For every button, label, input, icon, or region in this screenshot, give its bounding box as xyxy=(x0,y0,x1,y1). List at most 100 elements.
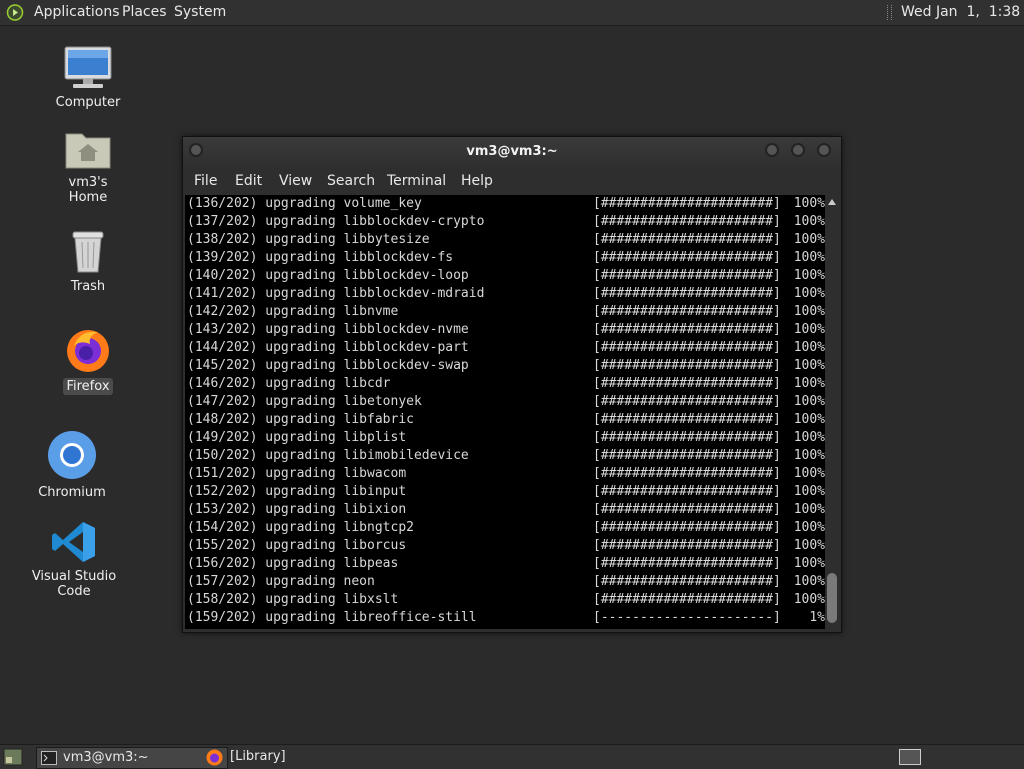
progress-bar-text: [######################] xyxy=(593,376,781,391)
progress-percent: 100% xyxy=(793,412,825,427)
terminal-line-text: (139/202) upgrading libblockdev-fs xyxy=(187,250,454,265)
menu-applications[interactable]: Applications xyxy=(34,0,120,25)
chromium-icon xyxy=(48,431,96,479)
terminal-line: (146/202) upgrading libcdr [#############… xyxy=(185,375,825,393)
progress-bar-text: [######################] xyxy=(593,250,781,265)
progress-bar-text: [######################] xyxy=(593,574,781,589)
taskbar-item-label: [Library] xyxy=(230,749,286,764)
terminal-line-text: (143/202) upgrading libblockdev-nvme xyxy=(187,322,469,337)
window-titlebar[interactable]: vm3@vm3:~ xyxy=(183,137,841,167)
terminal-line: (147/202) upgrading libetonyek [#########… xyxy=(185,393,825,411)
desktop-icon-label: vm3's Home xyxy=(68,175,108,205)
terminal-output[interactable]: (136/202) upgrading volume_key [#########… xyxy=(185,195,825,629)
terminal-line-text: (159/202) upgrading libreoffice-still xyxy=(187,610,477,625)
menu-search[interactable]: Search xyxy=(327,173,375,189)
show-desktop-icon[interactable] xyxy=(3,748,23,766)
panel-separator xyxy=(887,5,892,20)
progress-bar-text: [######################] xyxy=(593,484,781,499)
progress-bar-text: [######################] xyxy=(593,214,781,229)
progress-percent: 1% xyxy=(809,610,825,625)
progress-percent: 100% xyxy=(793,484,825,499)
progress-percent: 100% xyxy=(793,304,825,319)
terminal-line-text: (138/202) upgrading libbytesize xyxy=(187,232,430,247)
menu-edit[interactable]: Edit xyxy=(235,173,262,189)
applications-icon[interactable] xyxy=(6,4,24,21)
desktop-icon-vscode[interactable]: Visual Studio Code xyxy=(14,520,134,600)
clock[interactable]: Wed Jan 1, 1:38 PM xyxy=(901,0,1024,25)
progress-percent: 100% xyxy=(793,358,825,373)
terminal-line-text: (156/202) upgrading libpeas xyxy=(187,556,399,571)
terminal-line: (139/202) upgrading libblockdev-fs [#####… xyxy=(185,249,825,267)
progress-percent: 100% xyxy=(793,268,825,283)
taskbar-item-terminal[interactable]: vm3@vm3:~ xyxy=(36,747,228,769)
taskbar-item-library[interactable]: [Library] xyxy=(204,747,380,767)
terminal-line: (138/202) upgrading libbytesize [########… xyxy=(185,231,825,249)
progress-percent: 100% xyxy=(793,592,825,607)
terminal-line-text: (154/202) upgrading libngtcp2 xyxy=(187,520,414,535)
progress-percent: 100% xyxy=(793,394,825,409)
desktop-icon-computer[interactable]: Computer xyxy=(48,46,128,111)
menu-places[interactable]: Places xyxy=(122,0,167,25)
terminal-line-text: (147/202) upgrading libetonyek xyxy=(187,394,422,409)
terminal-line: (152/202) upgrading libinput [###########… xyxy=(185,483,825,501)
progress-percent: 100% xyxy=(793,574,825,589)
progress-bar-text: [######################] xyxy=(593,196,781,211)
desktop-icon-label: Computer xyxy=(55,95,121,110)
minimize-button[interactable] xyxy=(765,143,779,157)
progress-bar-text: [######################] xyxy=(593,520,781,535)
progress-percent: 100% xyxy=(793,250,825,265)
window-title: vm3@vm3:~ xyxy=(466,144,558,159)
terminal-line: (153/202) upgrading libixion [###########… xyxy=(185,501,825,519)
taskbar-item-label: vm3@vm3:~ xyxy=(63,750,149,765)
progress-percent: 100% xyxy=(793,556,825,571)
desktop-icon-home[interactable]: vm3's Home xyxy=(48,128,128,206)
terminal-line: (148/202) upgrading libfabric [##########… xyxy=(185,411,825,429)
scrollbar-thumb[interactable] xyxy=(827,573,837,623)
menu-view[interactable]: View xyxy=(279,173,312,189)
desktop-icon-trash[interactable]: Trash xyxy=(48,228,128,295)
terminal-line-text: (157/202) upgrading neon xyxy=(187,574,375,589)
close-button[interactable] xyxy=(817,143,831,157)
menu-help[interactable]: Help xyxy=(461,173,493,189)
progress-percent: 100% xyxy=(793,502,825,517)
progress-percent: 100% xyxy=(793,520,825,535)
scroll-up-arrow-icon[interactable] xyxy=(828,199,836,205)
progress-bar-text: [######################] xyxy=(593,556,781,571)
terminal-line: (155/202) upgrading liborcus [###########… xyxy=(185,537,825,555)
terminal-line-text: (149/202) upgrading libplist xyxy=(187,430,407,445)
menu-system[interactable]: System xyxy=(174,0,226,25)
desktop-icon-chromium[interactable]: Chromium xyxy=(32,430,112,501)
progress-percent: 100% xyxy=(793,322,825,337)
firefox-icon xyxy=(206,749,223,766)
terminal-line: (149/202) upgrading libplist [###########… xyxy=(185,429,825,447)
terminal-icon xyxy=(41,751,57,765)
terminal-scrollbar[interactable] xyxy=(825,195,839,629)
progress-bar-text: [######################] xyxy=(593,232,781,247)
terminal-line-text: (152/202) upgrading libinput xyxy=(187,484,407,499)
vscode-icon xyxy=(52,522,95,562)
top-panel: Applications Places System Wed Jan 1, 1:… xyxy=(0,0,1024,26)
progress-bar-text: [######################] xyxy=(593,538,781,553)
progress-bar-text: [######################] xyxy=(593,322,781,337)
progress-percent: 100% xyxy=(793,448,825,463)
terminal-line: (142/202) upgrading libnvme [############… xyxy=(185,303,825,321)
terminal-window[interactable]: vm3@vm3:~ File Edit View Search Terminal… xyxy=(182,136,842,633)
maximize-button[interactable] xyxy=(791,143,805,157)
desktop-icon-firefox[interactable]: Firefox xyxy=(48,326,128,395)
terminal-line-text: (148/202) upgrading libfabric xyxy=(187,412,414,427)
menu-terminal[interactable]: Terminal xyxy=(387,173,446,189)
progress-bar-text: [######################] xyxy=(593,286,781,301)
terminal-line: (158/202) upgrading libxslt [############… xyxy=(185,591,825,609)
progress-bar-text: [######################] xyxy=(593,448,781,463)
progress-bar-text: [######################] xyxy=(593,394,781,409)
terminal-line-text: (140/202) upgrading libblockdev-loop xyxy=(187,268,469,283)
terminal-line: (144/202) upgrading libblockdev-part [###… xyxy=(185,339,825,357)
bottom-panel: vm3@vm3:~ [Library] xyxy=(0,744,1024,769)
progress-bar-text: [######################] xyxy=(593,268,781,283)
firefox-icon xyxy=(67,330,109,372)
workspace-switcher[interactable] xyxy=(899,749,921,765)
desktop-icon-label: Firefox xyxy=(63,378,113,395)
menu-file[interactable]: File xyxy=(194,173,217,189)
terminal-line: (156/202) upgrading libpeas [############… xyxy=(185,555,825,573)
desktop-icon-label: Visual Studio Code xyxy=(31,569,117,599)
